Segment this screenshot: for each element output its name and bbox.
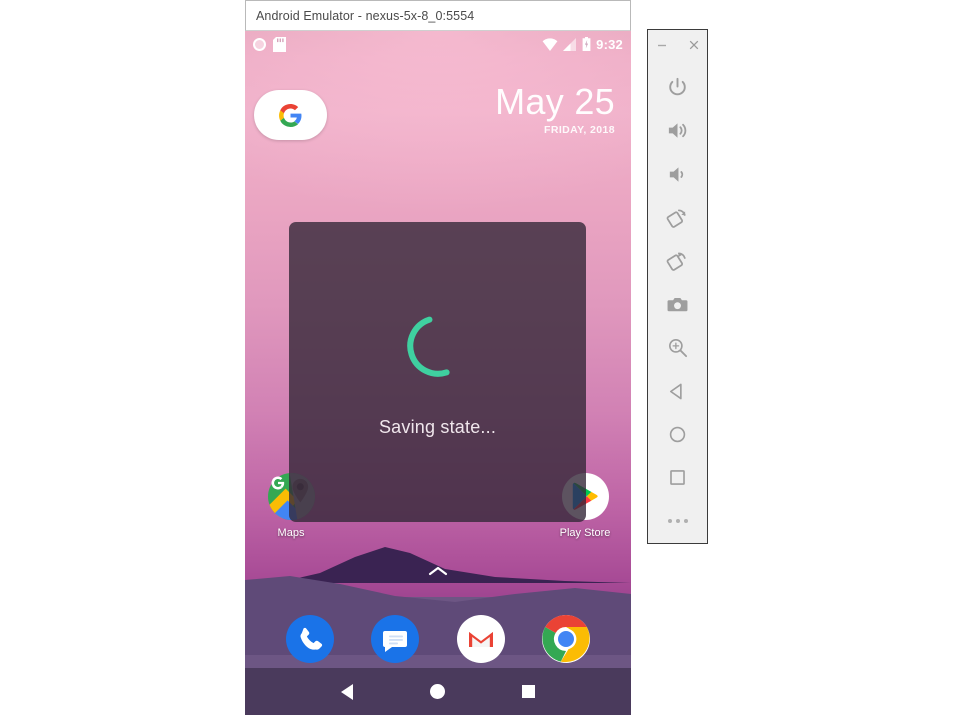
google-g-icon <box>279 103 302 127</box>
back-triangle-icon <box>669 383 682 400</box>
toolbar-more-button[interactable] <box>656 500 700 543</box>
status-bar-left <box>253 36 286 52</box>
status-bar-right: 9:32 <box>542 37 623 52</box>
volume-down-icon <box>669 166 684 182</box>
emulator-window: Android Emulator - nexus-5x-8_0:5554 9:3… <box>245 0 631 715</box>
android-navigation-bar <box>245 668 631 715</box>
toolbar-screenshot-button[interactable] <box>656 283 700 326</box>
status-bar-clock: 9:32 <box>596 36 623 52</box>
messages-icon <box>371 615 420 663</box>
power-icon <box>669 77 686 96</box>
nav-home-button[interactable] <box>429 684 445 699</box>
app-label-play-store: Play Store <box>559 527 611 539</box>
nav-back-button[interactable] <box>341 683 354 700</box>
saving-state-label: Saving state... <box>378 417 497 437</box>
dock-item-chrome[interactable] <box>542 615 591 663</box>
close-button[interactable] <box>686 37 702 53</box>
window-titlebar[interactable]: Android Emulator - nexus-5x-8_0:5554 <box>245 0 631 31</box>
dock-item-gmail[interactable] <box>456 615 505 663</box>
close-icon <box>689 40 698 50</box>
toolbar-volume-up-button[interactable] <box>656 109 700 152</box>
gmail-icon <box>456 615 505 663</box>
rotate-right-icon <box>666 252 686 272</box>
date-sub-text: FRIDAY, 2018 <box>544 124 615 136</box>
rotate-left-icon <box>666 209 686 228</box>
android-status-bar: 9:32 <box>245 31 631 57</box>
chrome-icon <box>542 615 591 663</box>
minimize-button[interactable] <box>654 37 670 53</box>
chevron-up-icon <box>428 566 448 576</box>
toolbar-volume-down-button[interactable] <box>656 152 700 195</box>
dock-item-phone[interactable] <box>285 615 334 663</box>
date-main-text: May 25 <box>495 81 615 122</box>
phone-icon <box>285 615 334 663</box>
battery-charging-icon <box>582 37 591 51</box>
volume-up-icon <box>668 123 687 138</box>
more-dots-icon <box>667 519 688 524</box>
toolbar-back-button[interactable] <box>656 369 700 412</box>
date-widget[interactable]: May 25 FRIDAY, 2018 <box>495 81 615 136</box>
recents-square-icon <box>670 470 685 486</box>
camera-icon <box>667 297 688 312</box>
zoom-in-icon <box>669 339 688 358</box>
all-apps-handle[interactable] <box>428 564 448 582</box>
google-search-widget[interactable] <box>254 90 327 140</box>
home-dock <box>245 615 631 663</box>
window-title: Android Emulator - nexus-5x-8_0:5554 <box>256 8 475 23</box>
screenshot-root: Android Emulator - nexus-5x-8_0:5554 9:3… <box>0 0 953 715</box>
loading-spinner-icon <box>406 316 450 377</box>
cellular-signal-icon <box>563 37 577 51</box>
minimize-icon <box>657 44 666 46</box>
wifi-icon <box>542 37 558 51</box>
nav-recents-button[interactable] <box>521 685 535 698</box>
emulator-side-toolbar <box>647 29 708 544</box>
home-circle-icon <box>669 426 686 443</box>
dock-item-messages[interactable] <box>371 615 420 663</box>
saving-state-dialog: Saving state... <box>289 222 586 522</box>
toolbar-window-buttons <box>648 30 707 60</box>
toolbar-rotate-right-button[interactable] <box>656 239 700 282</box>
toolbar-zoom-button[interactable] <box>656 326 700 369</box>
toolbar-rotate-left-button[interactable] <box>656 196 700 239</box>
toolbar-overview-button[interactable] <box>656 456 700 499</box>
device-screen[interactable]: 9:32 May 25 FRIDAY, 2018 Maps Play Store… <box>245 31 631 715</box>
sd-card-icon <box>273 36 286 52</box>
app-label-maps: Maps <box>277 527 305 539</box>
toolbar-power-button[interactable] <box>656 66 700 109</box>
toolbar-home-button[interactable] <box>656 413 700 456</box>
screen-record-icon <box>253 37 266 51</box>
